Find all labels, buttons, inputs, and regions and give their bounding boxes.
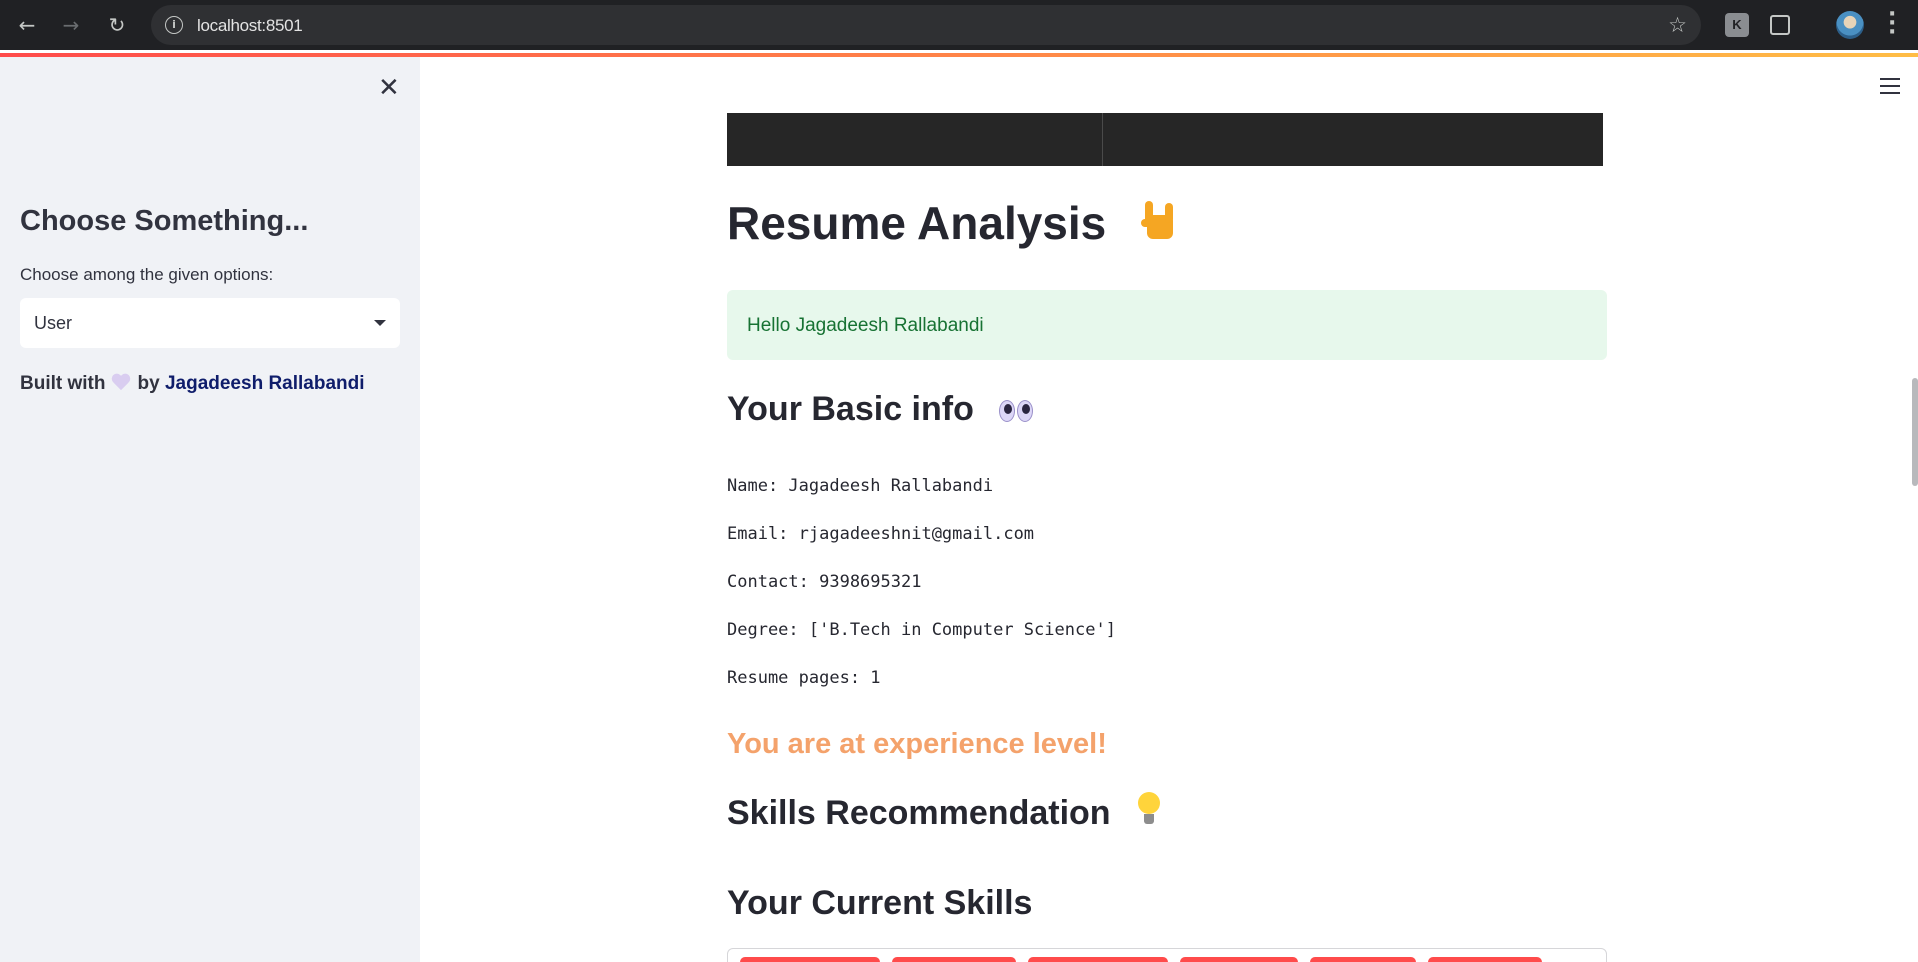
select-value[interactable]: User: [34, 313, 72, 334]
profile-avatar[interactable]: [1836, 11, 1864, 39]
close-sidebar-icon[interactable]: ✕: [378, 73, 400, 103]
main-menu-icon[interactable]: [1880, 78, 1900, 99]
built-by-text: by: [137, 373, 160, 394]
extension-icon[interactable]: K: [1725, 13, 1749, 37]
built-with-credit: Built with by Jagadeesh Rallabandi: [20, 373, 365, 395]
info-pages: Resume pages: 1: [727, 668, 881, 688]
current-skills-tags-input[interactable]: [727, 948, 1607, 962]
basic-info-heading-text: Your Basic info: [727, 390, 974, 428]
scrollbar[interactable]: [1912, 378, 1918, 486]
eyes-icon: [999, 392, 1035, 431]
browser-toolbar: ← → ↻ i localhost:8501 ☆ K · · ·: [0, 0, 1918, 50]
skill-tag[interactable]: [1310, 957, 1416, 962]
current-skills-heading: Your Current Skills: [727, 884, 1033, 922]
info-email: Email: rjagadeeshnit@gmail.com: [727, 524, 1035, 544]
skill-tag[interactable]: [740, 957, 880, 962]
page-title-text: Resume Analysis: [727, 197, 1107, 249]
author-link[interactable]: Jagadeesh Rallabandi: [165, 373, 365, 394]
reload-icon[interactable]: ↻: [104, 12, 130, 38]
chevron-down-icon[interactable]: [374, 320, 386, 326]
forward-icon[interactable]: →: [58, 12, 84, 38]
back-icon[interactable]: ←: [14, 12, 40, 38]
header-banner: [727, 113, 1603, 166]
url-text[interactable]: localhost:8501: [197, 16, 303, 36]
user-type-select[interactable]: User: [20, 298, 400, 348]
greeting-alert: Hello Jagadeesh Rallabandi: [727, 290, 1607, 360]
skill-tag[interactable]: [1180, 957, 1298, 962]
skills-recommendation-heading-text: Skills Recommendation: [727, 794, 1111, 832]
info-name: Name: Jagadeesh Rallabandi: [727, 476, 994, 496]
sidebar-title: Choose Something...: [20, 205, 309, 237]
skill-tag[interactable]: [1028, 957, 1168, 962]
site-info-icon[interactable]: i: [165, 16, 183, 34]
page-title: Resume Analysis: [727, 196, 1177, 250]
built-with-text: Built with: [20, 373, 106, 394]
select-label: Choose among the given options:: [20, 265, 274, 284]
skill-tag[interactable]: [1428, 957, 1542, 962]
info-contact: Contact: 9398695321: [727, 572, 922, 592]
address-bar[interactable]: i localhost:8501 ☆: [151, 5, 1701, 45]
browser-menu-icon[interactable]: · · ·: [1888, 4, 1896, 44]
greeting-text: Hello Jagadeesh Rallabandi: [747, 315, 984, 336]
lightbulb-icon: [1138, 792, 1160, 826]
info-degree: Degree: ['B.Tech in Computer Science']: [727, 620, 1116, 640]
experience-level-text: You are at experience level!: [727, 728, 1107, 760]
heart-icon: [111, 373, 131, 391]
basic-info-heading: Your Basic info: [727, 390, 1035, 431]
extensions-puzzle-icon[interactable]: [1770, 15, 1790, 35]
rock-hand-icon: [1141, 199, 1177, 243]
banner-divider: [1102, 113, 1103, 166]
bookmark-star-icon[interactable]: ☆: [1668, 13, 1687, 37]
skills-recommendation-heading: Skills Recommendation: [727, 792, 1160, 833]
sidebar: ✕ Choose Something... Choose among the g…: [0, 57, 420, 962]
skill-tag[interactable]: [892, 957, 1016, 962]
